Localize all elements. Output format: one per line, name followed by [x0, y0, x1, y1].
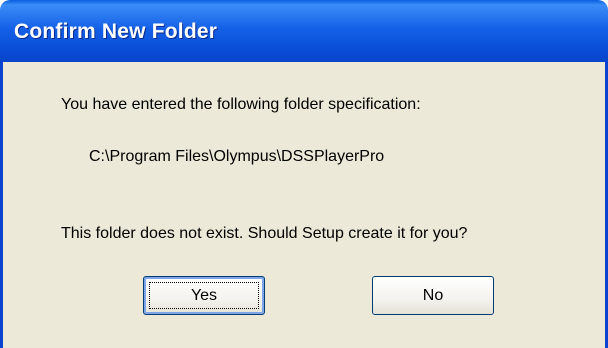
confirm-new-folder-dialog: Confirm New Folder You have entered the …	[0, 0, 608, 348]
no-button-label: No	[422, 287, 444, 304]
title-bar[interactable]: Confirm New Folder	[0, 0, 608, 62]
dialog-body: You have entered the following folder sp…	[0, 62, 608, 348]
yes-button-label: Yes	[190, 287, 218, 304]
question-message: This folder does not exist. Should Setup…	[61, 225, 468, 242]
no-button[interactable]: No	[372, 276, 494, 315]
folder-path: C:\Program Files\Olympus\DSSPlayerPro	[89, 148, 385, 165]
window-title: Confirm New Folder	[14, 20, 218, 43]
yes-button[interactable]: Yes	[143, 276, 265, 315]
intro-message: You have entered the following folder sp…	[61, 96, 421, 113]
